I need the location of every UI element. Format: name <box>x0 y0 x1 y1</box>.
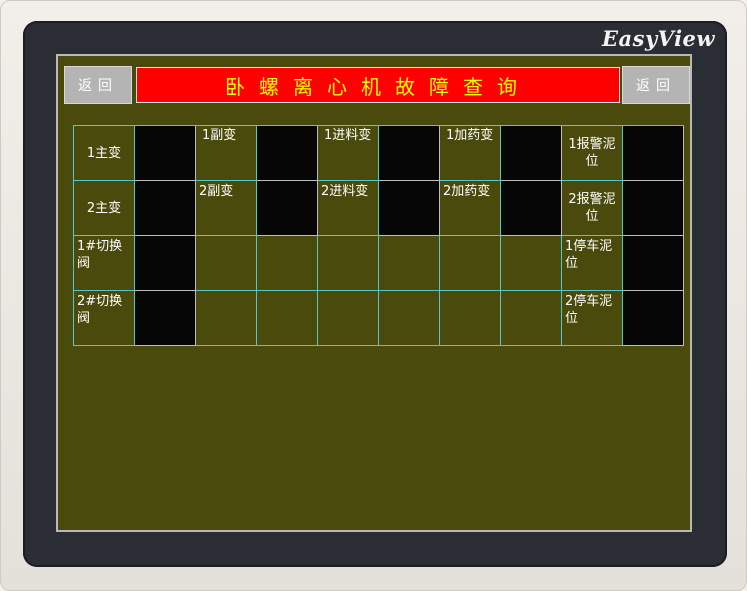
label-stop-mud-level-1: 1停车泥位 <box>562 236 623 291</box>
label-stop-mud-level-2: 2停车泥位 <box>562 291 623 346</box>
label-alarm-mud-level-2: 2报警泥位 <box>562 181 623 236</box>
empty-cell <box>318 291 379 346</box>
hmi-screen: 返回 卧螺离心机故障查询 返回 1主变 1副变 1进料变 1加药变 1报警泥位 … <box>56 54 692 532</box>
fault-grid: 1主变 1副变 1进料变 1加药变 1报警泥位 2主变 2副变 2进料变 2加药… <box>73 125 684 346</box>
indicator-dosing-transformer-2[interactable] <box>501 181 562 236</box>
indicator-dosing-transformer-1[interactable] <box>501 126 562 181</box>
page-title: 卧螺离心机故障查询 <box>136 67 620 103</box>
indicator-feed-transformer-1[interactable] <box>379 126 440 181</box>
indicator-alarm-mud-level-2[interactable] <box>623 181 684 236</box>
back-button-right[interactable]: 返回 <box>622 66 690 104</box>
brand-logo: EasyView <box>602 26 715 51</box>
empty-cell <box>257 236 318 291</box>
empty-cell <box>379 236 440 291</box>
back-button-left[interactable]: 返回 <box>64 66 132 104</box>
indicator-switch-valve-2[interactable] <box>135 291 196 346</box>
empty-cell <box>318 236 379 291</box>
label-main-transformer-1: 1主变 <box>74 126 135 181</box>
indicator-main-transformer-1[interactable] <box>135 126 196 181</box>
label-alarm-mud-level-1: 1报警泥位 <box>562 126 623 181</box>
empty-cell <box>440 236 501 291</box>
label-feed-transformer-2: 2进料变 <box>318 181 379 236</box>
empty-cell <box>440 291 501 346</box>
label-dosing-transformer-1: 1加药变 <box>440 126 501 181</box>
label-sub-transformer-2: 2副变 <box>196 181 257 236</box>
empty-cell <box>501 236 562 291</box>
label-switch-valve-2: 2#切换阀 <box>74 291 135 346</box>
indicator-sub-transformer-1[interactable] <box>257 126 318 181</box>
indicator-stop-mud-level-2[interactable] <box>623 291 684 346</box>
empty-cell <box>257 291 318 346</box>
label-main-transformer-2: 2主变 <box>74 181 135 236</box>
indicator-main-transformer-2[interactable] <box>135 181 196 236</box>
indicator-feed-transformer-2[interactable] <box>379 181 440 236</box>
empty-cell <box>196 236 257 291</box>
indicator-sub-transformer-2[interactable] <box>257 181 318 236</box>
indicator-switch-valve-1[interactable] <box>135 236 196 291</box>
label-switch-valve-1: 1#切换阀 <box>74 236 135 291</box>
indicator-alarm-mud-level-1[interactable] <box>623 126 684 181</box>
label-dosing-transformer-2: 2加药变 <box>440 181 501 236</box>
indicator-stop-mud-level-1[interactable] <box>623 236 684 291</box>
empty-cell <box>379 291 440 346</box>
label-feed-transformer-1: 1进料变 <box>318 126 379 181</box>
empty-cell <box>196 291 257 346</box>
empty-cell <box>501 291 562 346</box>
label-sub-transformer-1: 1副变 <box>196 126 257 181</box>
